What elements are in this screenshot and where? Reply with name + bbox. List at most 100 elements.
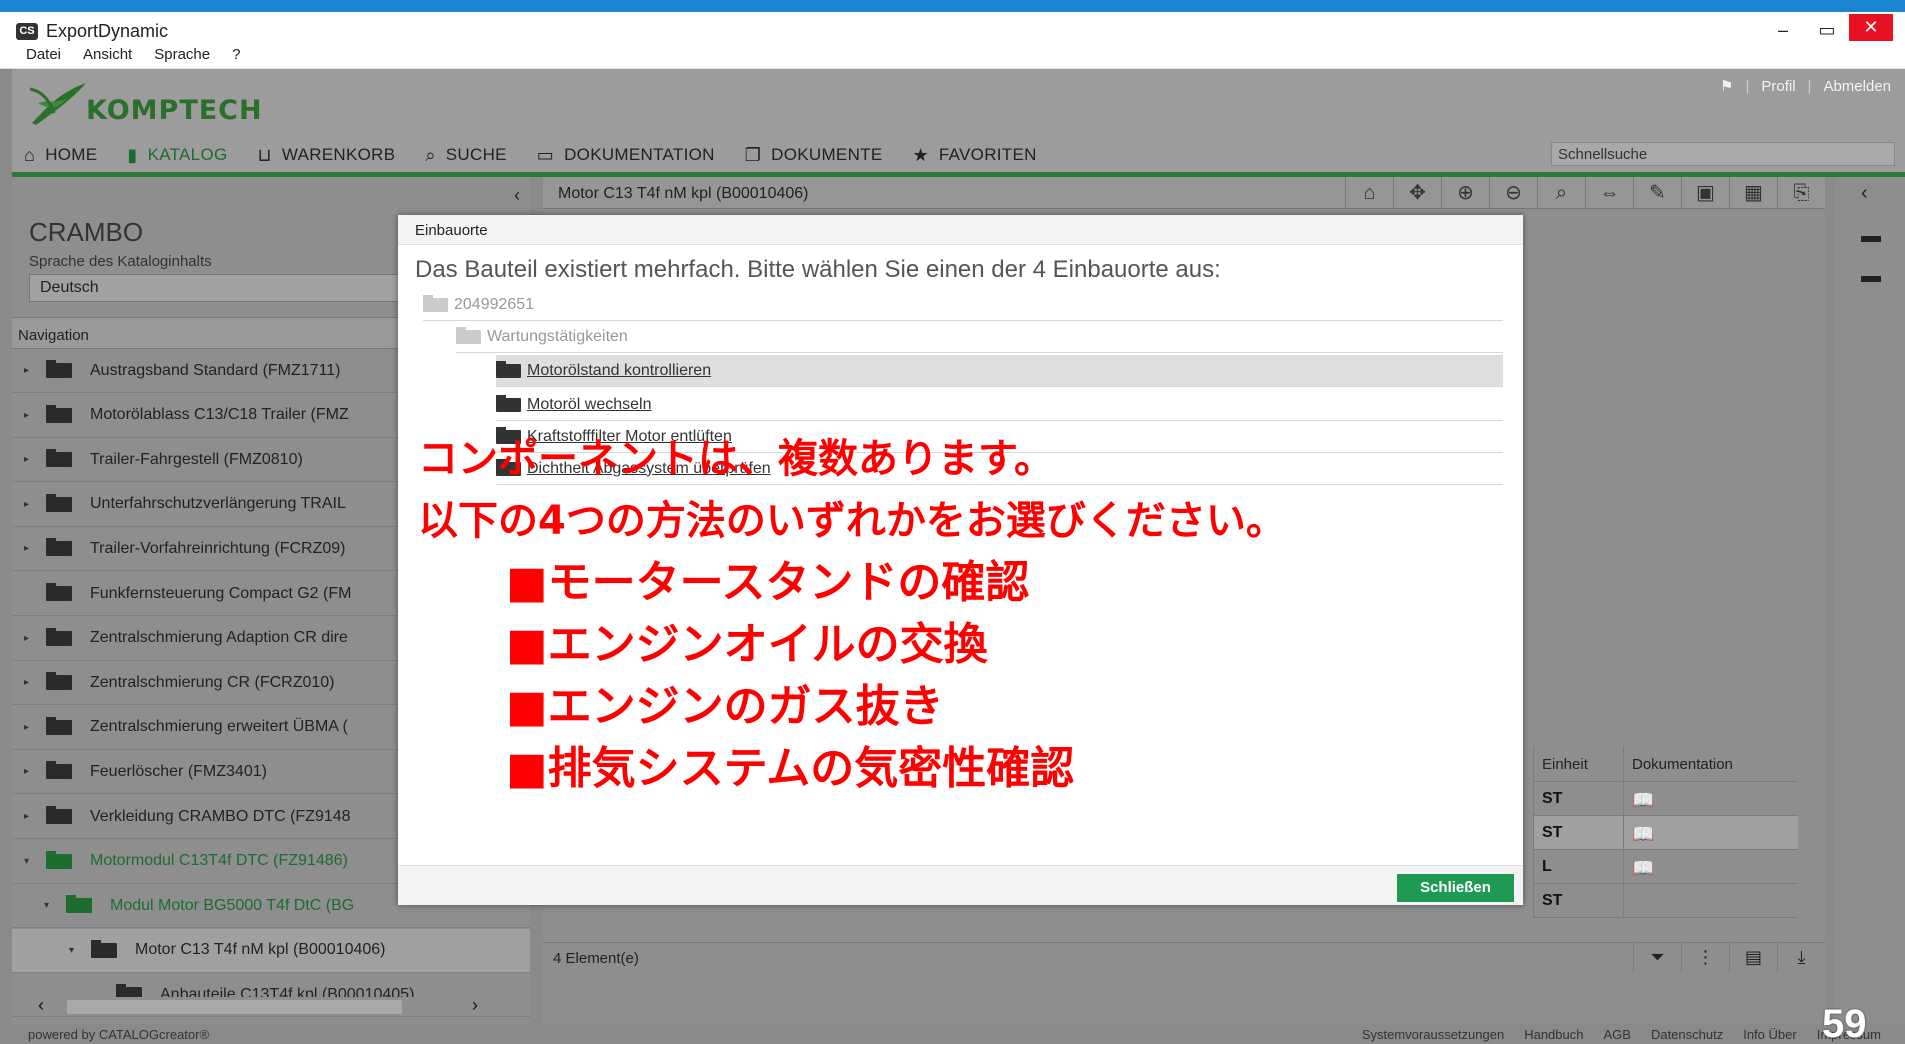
cart-icon: ⊔ xyxy=(257,144,272,165)
zoom-out-icon[interactable]: ⊖ xyxy=(1489,177,1537,209)
pdf-icon[interactable]: ⎘ xyxy=(1777,177,1825,209)
menu-datei[interactable]: Datei xyxy=(26,46,61,63)
right-sidebar: ‹ ▬ ▬ xyxy=(1835,177,1905,1027)
dialog-message: Das Bauteil existiert mehrfach. Bitte wä… xyxy=(415,256,1221,283)
komptech-logo[interactable]: KOMPTECH xyxy=(28,79,263,129)
folder-icon xyxy=(46,404,72,423)
footer-link[interactable]: AGB xyxy=(1603,1027,1630,1042)
folder-icon xyxy=(46,850,72,869)
folder-icon xyxy=(46,493,72,512)
nav-item-label: Zentralschmierung CR (FCRZ010) xyxy=(90,673,335,691)
home-icon[interactable]: ⌂ xyxy=(1345,177,1393,209)
annotation-item: ■エンジンオイルの交換 xyxy=(506,619,988,670)
nav-dokumentation[interactable]: ▭ DOKUMENTATION xyxy=(537,145,715,166)
expand-caret-icon[interactable]: ▸ xyxy=(24,410,36,421)
main-nav: ⌂ HOME ▮ KATALOG ⊔ WARENKORB ⌕ SUCHE ▭ DOKUME… xyxy=(24,141,1037,169)
footer-link[interactable]: Datenschutz xyxy=(1651,1027,1723,1042)
nav-label: FAVORITEN xyxy=(938,145,1037,164)
tree-option-2[interactable]: Motoröl wechseln xyxy=(496,389,1503,421)
close-window-button[interactable]: ✕ xyxy=(1849,14,1893,42)
table-row[interactable]: L 📖 xyxy=(1533,850,1798,884)
table-row[interactable]: ST xyxy=(1533,884,1798,918)
profile-link[interactable]: Profil xyxy=(1761,78,1795,95)
comments-icon[interactable]: ▬ xyxy=(1861,225,1881,248)
table-row[interactable]: ST 📖 xyxy=(1533,782,1798,816)
expand-caret-icon[interactable]: ▾ xyxy=(69,945,81,956)
expand-caret-icon[interactable]: ▸ xyxy=(24,454,36,465)
quicksearch-input[interactable]: Schnellsuche xyxy=(1551,142,1895,166)
scroll-right-icon[interactable]: › xyxy=(472,995,478,1016)
expand-caret-icon[interactable]: ▸ xyxy=(24,543,36,554)
book-icon[interactable]: 📖 xyxy=(1623,816,1798,849)
footer-link[interactable]: Systemvoraussetzungen xyxy=(1362,1027,1504,1042)
nav-item-label: Austragsband Standard (FMZ1711) xyxy=(90,361,341,379)
language-select[interactable]: Deutsch xyxy=(29,274,449,302)
folder-icon xyxy=(496,394,521,412)
status-toolbar: ⏷ ⋮ ▤ ⤓ xyxy=(1633,942,1825,972)
nav-katalog[interactable]: ▮ KATALOG xyxy=(127,145,227,166)
filter-icon[interactable]: ⏷ xyxy=(1633,942,1681,972)
expand-caret-icon[interactable]: ▾ xyxy=(44,900,56,911)
table-icon[interactable]: ▦ xyxy=(1729,177,1777,209)
folder-icon xyxy=(66,895,92,914)
clipboard-icon[interactable]: ▤ xyxy=(1729,942,1777,972)
logout-link[interactable]: Abmelden xyxy=(1823,78,1891,95)
pen-icon[interactable]: ✎ xyxy=(1633,177,1681,209)
move-icon[interactable]: ✥ xyxy=(1393,177,1441,209)
menu-help[interactable]: ? xyxy=(232,46,240,63)
expand-caret-icon[interactable]: ▸ xyxy=(24,677,36,688)
expand-caret-icon[interactable]: ▸ xyxy=(24,722,36,733)
nav-dokumente[interactable]: ❐ DOKUMENTE xyxy=(745,145,883,166)
expand-caret-icon[interactable]: ▸ xyxy=(24,766,36,777)
nav-favoriten[interactable]: ★ FAVORITEN xyxy=(912,145,1036,166)
expand-caret-icon[interactable]: ▸ xyxy=(24,633,36,644)
folder-icon xyxy=(46,806,72,824)
nav-label: SUCHE xyxy=(445,145,507,164)
nav-home[interactable]: ⌂ HOME xyxy=(24,145,97,166)
book-icon[interactable]: 📖 xyxy=(1623,850,1798,883)
collapse-right-icon[interactable]: ‹ xyxy=(1861,182,1868,205)
unit-cell: L xyxy=(1533,850,1623,883)
search-icon: ⌕ xyxy=(425,144,436,165)
collapse-left-icon[interactable]: ‹ xyxy=(514,185,520,206)
menu-ansicht[interactable]: Ansicht xyxy=(83,46,132,63)
dialog-title: Einbauorte xyxy=(398,215,1523,245)
scroll-thumb[interactable] xyxy=(67,1000,402,1014)
left-horizontal-scrollbar[interactable]: ‹ › xyxy=(12,995,502,1016)
flag-icon[interactable]: ⚑ xyxy=(1720,77,1733,95)
expand-caret-icon[interactable]: ▸ xyxy=(24,365,36,376)
table-row[interactable]: ST 📖 xyxy=(1533,816,1798,850)
tree-node-root[interactable]: 204992651 xyxy=(423,289,1503,321)
folder-icon xyxy=(46,672,72,691)
zoom-icon[interactable]: ⌕ xyxy=(1537,177,1585,209)
image-icon[interactable]: ▣ xyxy=(1681,177,1729,209)
book-icon[interactable]: 📖 xyxy=(1623,782,1798,815)
nav-item-label: Trailer-Fahrgestell (FMZ0810) xyxy=(90,450,303,468)
footer-link[interactable]: Info Über xyxy=(1743,1027,1796,1042)
close-dialog-button[interactable]: Schließen xyxy=(1397,874,1514,902)
star-icon: ★ xyxy=(912,144,929,165)
footer-link[interactable]: Handbuch xyxy=(1524,1027,1583,1042)
tree-node-group[interactable]: Wartungstätigkeiten xyxy=(456,321,1503,353)
more-icon[interactable]: ⋮ xyxy=(1681,942,1729,972)
expand-caret-icon[interactable]: ▸ xyxy=(24,811,36,822)
menu-sprache[interactable]: Sprache xyxy=(154,46,210,63)
folder-icon xyxy=(496,360,521,378)
zoom-in-icon[interactable]: ⊕ xyxy=(1441,177,1489,209)
powered-by: powered by CATALOGcreator® xyxy=(28,1027,210,1042)
comment-icon[interactable]: ▬ xyxy=(1861,265,1881,288)
nav-tree-item[interactable]: ▾ Motor C13 T4f nM kpl (B00010406) xyxy=(12,928,530,973)
nav-suche[interactable]: ⌕ SUCHE xyxy=(425,145,506,166)
leaf-logo-icon xyxy=(29,83,86,125)
download-icon[interactable]: ⤓ xyxy=(1777,942,1825,972)
tree-option-1[interactable]: Motorölstand kontrollieren xyxy=(496,355,1503,387)
col-einheit[interactable]: Einheit xyxy=(1533,746,1623,781)
nav-item-label: Motor C13 T4f nM kpl (B00010406) xyxy=(135,941,386,959)
expand-caret-icon[interactable]: ▸ xyxy=(24,499,36,510)
col-dokumentation[interactable]: Dokumentation xyxy=(1623,746,1798,781)
scroll-left-icon[interactable]: ‹ xyxy=(38,995,44,1016)
nav-warenkorb[interactable]: ⊔ WARENKORB xyxy=(258,145,396,166)
expand-caret-icon[interactable]: ▾ xyxy=(24,856,36,867)
fit-icon[interactable]: ⇔ xyxy=(1585,177,1633,209)
logo-text: KOMPTECH xyxy=(86,94,263,126)
